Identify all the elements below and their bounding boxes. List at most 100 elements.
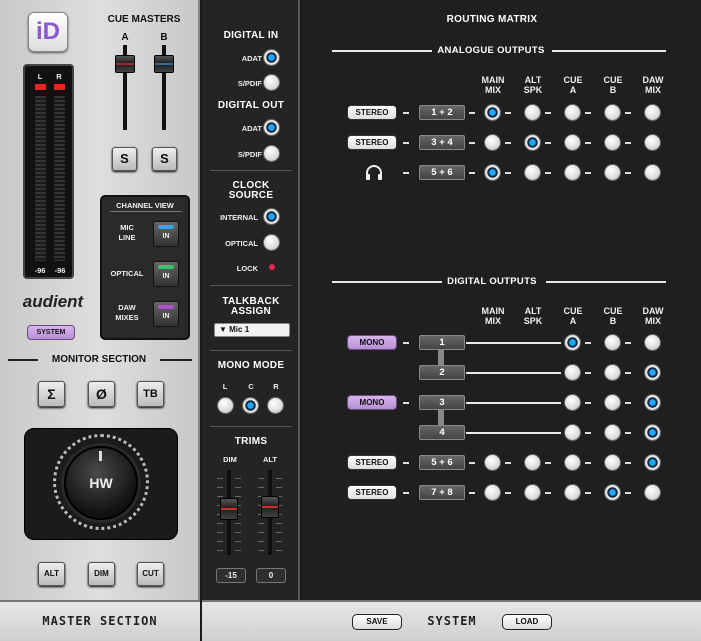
analogue-route-radio-r2-c3[interactable] (604, 164, 621, 181)
digital-out-adat-radio[interactable] (263, 119, 280, 136)
digital-col-header-1-line2: SPK (523, 316, 543, 326)
cue-b-fader-handle[interactable] (154, 55, 174, 73)
clock-internal-radio[interactable] (263, 208, 280, 225)
mono-badge[interactable]: MONO (347, 335, 397, 350)
connector (585, 342, 591, 344)
stereo-badge[interactable]: STEREO (347, 135, 397, 150)
trim-dim-value[interactable]: -15 (216, 568, 246, 583)
master-footer: MASTER SECTION (0, 600, 200, 641)
connector (585, 432, 591, 434)
digital-route-radio-r5-c2[interactable] (564, 484, 581, 501)
route-line (466, 372, 561, 374)
digital-in-adat-label: ADAT (241, 54, 262, 63)
indicator-led (158, 265, 174, 269)
digital-channel: 2 (419, 365, 465, 380)
channel-view-label-2: LINE (118, 233, 136, 242)
clock-optical-radio[interactable] (263, 234, 280, 251)
mono-l-label: L (222, 382, 228, 391)
mono-c-radio[interactable] (242, 397, 259, 414)
digital-in-spdif-label: S/PDIF (237, 79, 262, 88)
digital-route-radio-r4-c3[interactable] (604, 454, 621, 471)
system-badge[interactable]: SYSTEM (27, 325, 75, 340)
digital-route-radio-r0-c4[interactable] (644, 334, 661, 351)
analogue-route-radio-r2-c0[interactable] (484, 164, 501, 181)
digital-outputs-label: DIGITAL OUTPUTS (447, 276, 537, 287)
analogue-route-radio-r0-c0[interactable] (484, 104, 501, 121)
save-button[interactable]: SAVE (352, 614, 402, 630)
analogue-route-radio-r0-c4[interactable] (644, 104, 661, 121)
digital-route-radio-r3-c3[interactable] (604, 424, 621, 441)
analogue-route-radio-r1-c3[interactable] (604, 134, 621, 151)
analogue-route-radio-r0-c3[interactable] (604, 104, 621, 121)
analogue-route-radio-r1-c4[interactable] (644, 134, 661, 151)
digital-route-radio-r2-c4[interactable] (644, 394, 661, 411)
mono-badge[interactable]: MONO (347, 395, 397, 410)
analogue-route-radio-r1-c2[interactable] (564, 134, 581, 151)
stereo-badge[interactable]: STEREO (347, 485, 397, 500)
connector (625, 402, 631, 404)
cue-b-solo-button[interactable]: S (152, 147, 177, 171)
mono-r-radio[interactable] (267, 397, 284, 414)
phase-button[interactable]: Ø (88, 381, 115, 407)
digital-route-radio-r0-c2[interactable] (564, 334, 581, 351)
cut-button[interactable]: CUT (137, 562, 164, 586)
digital-route-radio-r5-c0[interactable] (484, 484, 501, 501)
digital-route-radio-r5-c4[interactable] (644, 484, 661, 501)
analogue-route-radio-r2-c2[interactable] (564, 164, 581, 181)
digital-route-radio-r5-c1[interactable] (524, 484, 541, 501)
digital-route-radio-r1-c3[interactable] (604, 364, 621, 381)
digital-in-adat-radio[interactable] (263, 49, 280, 66)
digital-route-radio-r0-c3[interactable] (604, 334, 621, 351)
mono-l-radio[interactable] (217, 397, 234, 414)
analogue-route-radio-r2-c4[interactable] (644, 164, 661, 181)
talkback-button[interactable]: TB (137, 381, 164, 407)
digital-channel: 3 (419, 395, 465, 410)
analogue-route-radio-r1-c0[interactable] (484, 134, 501, 151)
sum-button[interactable]: Σ (38, 381, 65, 407)
digital-in-spdif-radio[interactable] (263, 74, 280, 91)
digital-out-spdif-radio[interactable] (263, 145, 280, 162)
load-button[interactable]: LOAD (502, 614, 552, 630)
channel-view-in-button[interactable]: IN (153, 221, 179, 247)
talkback-select[interactable]: ▼ Mic 1 (214, 323, 290, 337)
system-footer: SAVE SYSTEM LOAD (202, 600, 701, 641)
digital-route-radio-r4-c1[interactable] (524, 454, 541, 471)
alt-button[interactable]: ALT (38, 562, 65, 586)
digital-route-radio-r5-c3[interactable] (604, 484, 621, 501)
stereo-badge[interactable]: STEREO (347, 455, 397, 470)
trims-dim-label: DIM (223, 455, 237, 464)
digital-route-radio-r2-c3[interactable] (604, 394, 621, 411)
digital-route-radio-r1-c2[interactable] (564, 364, 581, 381)
trim-alt-value[interactable]: 0 (256, 568, 286, 583)
digital-route-radio-r4-c2[interactable] (564, 454, 581, 471)
digital-route-radio-r3-c2[interactable] (564, 424, 581, 441)
analogue-route-radio-r1-c1[interactable] (524, 134, 541, 151)
monitor-volume-knob[interactable]: HW (64, 446, 138, 520)
digital-col-header-3-line2: B (609, 316, 617, 326)
monitor-section-label: MONITOR SECTION (51, 354, 147, 365)
stereo-badge[interactable]: STEREO (347, 105, 397, 120)
digital-route-radio-r1-c4[interactable] (644, 364, 661, 381)
connector (625, 342, 631, 344)
connector (625, 462, 631, 464)
connector (625, 432, 631, 434)
meter-l-bar (35, 96, 46, 261)
analogue-route-radio-r2-c1[interactable] (524, 164, 541, 181)
cue-a-fader-handle[interactable] (115, 55, 135, 73)
analogue-channel-pair: 1 + 2 (419, 105, 465, 120)
digital-route-radio-r2-c2[interactable] (564, 394, 581, 411)
analogue-route-radio-r0-c2[interactable] (564, 104, 581, 121)
channel-view-in-button[interactable]: IN (153, 301, 179, 327)
digital-route-radio-r4-c0[interactable] (484, 454, 501, 471)
dim-button[interactable]: DIM (88, 562, 115, 586)
trim-alt-handle[interactable] (261, 496, 279, 518)
channel-view-in-button[interactable]: IN (153, 261, 179, 287)
cue-a-solo-button[interactable]: S (112, 147, 137, 171)
digital-route-radio-r3-c4[interactable] (644, 424, 661, 441)
digital-channel: 5 + 6 (419, 455, 465, 470)
digital-route-radio-r4-c4[interactable] (644, 454, 661, 471)
digital-out-label: DIGITAL OUT (217, 100, 285, 111)
in-label: IN (162, 273, 170, 280)
analogue-route-radio-r0-c1[interactable] (524, 104, 541, 121)
trim-dim-handle[interactable] (220, 498, 238, 520)
